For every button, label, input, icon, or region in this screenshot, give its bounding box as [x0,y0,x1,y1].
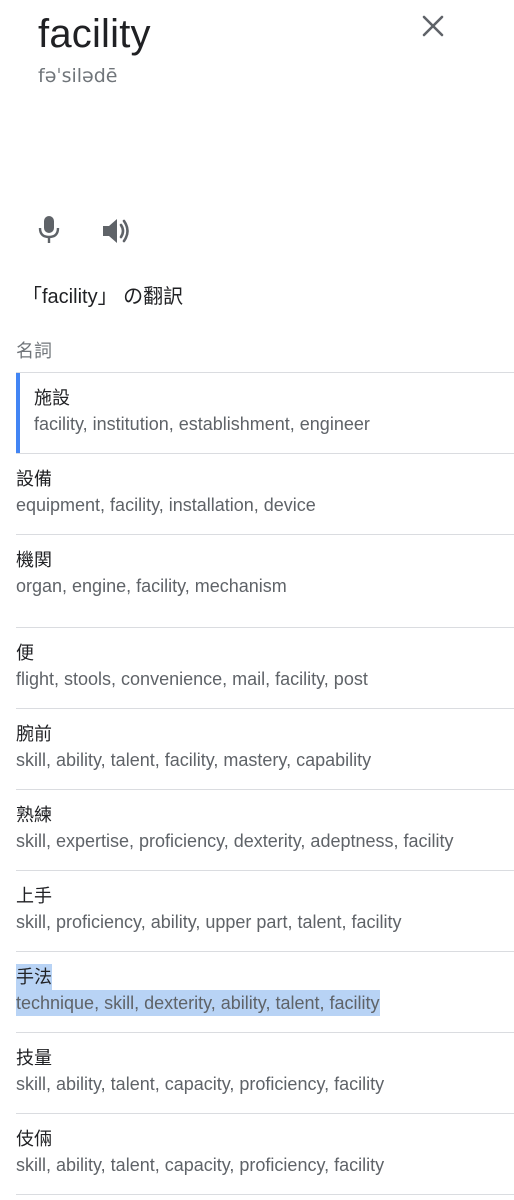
translation-entry[interactable]: 機関 organ, engine, facility, mechanism [16,534,514,627]
translation-synonyms: flight, stools, convenience, mail, facil… [16,669,368,689]
word-header: facility fəˈsilədē [0,0,514,205]
translation-term: 腕前 [16,724,52,744]
translation-entry[interactable]: 腕前 skill, ability, talent, facility, mas… [16,708,514,789]
audio-controls [0,205,514,255]
translation-term: 施設 [34,388,70,408]
translation-term: 技量 [16,1048,52,1068]
translation-entry[interactable]: 熟練 skill, expertise, proficiency, dexter… [16,789,514,870]
microphone-icon [38,216,60,243]
translation-synonyms: skill, ability, talent, facility, master… [16,750,372,770]
listen-button[interactable] [100,215,134,247]
part-of-speech-label: 名詞 [16,341,52,361]
translation-heading: 「facility」 の翻訳 [22,286,184,308]
phonetic-spelling: fəˈsilədē [38,65,118,87]
selection-indicator [16,373,20,453]
translation-entry[interactable]: 上手 skill, proficiency, ability, upper pa… [16,870,514,951]
translation-entry-selected[interactable]: 施設 facility, institution, establishment,… [16,372,514,453]
list-divider [16,1194,514,1195]
translation-entry[interactable]: 技量 skill, ability, talent, capacity, pro… [16,1032,514,1113]
translation-synonyms: skill, ability, talent, capacity, profic… [16,1155,385,1175]
translation-synonyms: skill, expertise, proficiency, dexterity… [16,831,454,851]
voice-input-button[interactable] [34,213,64,247]
speaker-icon [103,219,129,243]
translation-term: 便 [16,643,34,663]
translation-term: 伎倆 [16,1129,52,1149]
translation-synonyms: technique, skill, dexterity, ability, ta… [16,990,380,1016]
headword: facility [38,12,151,56]
close-button[interactable] [417,10,449,42]
translation-synonyms: equipment, facility, installation, devic… [16,495,316,515]
translation-term: 機関 [16,550,52,570]
translation-term: 上手 [16,886,52,906]
translation-entry-highlighted[interactable]: 手法 technique, skill, dexterity, ability,… [16,951,514,1032]
translation-synonyms: organ, engine, facility, mechanism [16,576,287,596]
translation-entry[interactable]: 設備 equipment, facility, installation, de… [16,453,514,534]
translation-entry[interactable]: 伎倆 skill, ability, talent, capacity, pro… [16,1113,514,1194]
translation-synonyms: skill, proficiency, ability, upper part,… [16,912,402,932]
translation-entry[interactable]: 便 flight, stools, convenience, mail, fac… [16,627,514,708]
translation-synonyms: skill, ability, talent, capacity, profic… [16,1074,385,1094]
translation-term: 熟練 [16,805,52,825]
translation-term: 手法 [16,964,52,990]
translation-list: 施設 facility, institution, establishment,… [0,372,514,1195]
translation-term: 設備 [16,469,52,489]
translation-synonyms: facility, institution, establishment, en… [34,414,370,434]
close-icon [422,15,444,37]
